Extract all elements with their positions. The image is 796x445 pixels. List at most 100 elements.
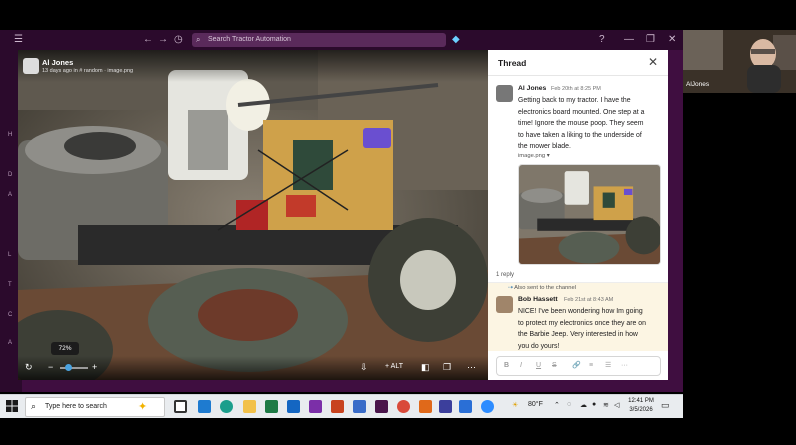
thread-panel: Thread ✕ Al Jones Feb 20th at 8:25 PM Ge… [488, 50, 668, 380]
title-bar: ☰ ← → ◷ ⌕ Search Tractor Automation ◆ ? … [0, 30, 683, 50]
sent-to-channel-note: ⇢ Also sent to the channel [508, 285, 576, 291]
rotate-icon[interactable]: ↻ [25, 361, 33, 373]
reply-count[interactable]: 1 reply [496, 272, 514, 278]
volume-icon[interactable]: ◁ [614, 401, 619, 409]
outlook-icon[interactable] [287, 400, 300, 413]
system-clock[interactable]: 12:41 PM 3/5/2026 [625, 397, 657, 415]
underline-button[interactable]: U [536, 361, 541, 371]
message-author[interactable]: Al Jones [518, 85, 546, 92]
weather-icon[interactable]: ☀ [512, 401, 518, 409]
sidebar-item-later[interactable]: L [8, 252, 11, 258]
file-explorer-icon[interactable] [243, 400, 256, 413]
link-button[interactable]: 🔗 [572, 361, 581, 371]
zoom-out-icon[interactable]: − [48, 361, 53, 373]
message-line: to have taken a liking to the underside … [518, 131, 642, 139]
workspace-search-input[interactable]: ⌕ Search Tractor Automation [192, 33, 446, 47]
task-view-icon[interactable] [174, 400, 187, 413]
network-icon[interactable]: ◌ [567, 401, 571, 408]
sidebar-item-canvas[interactable]: C [8, 312, 12, 318]
message-line: you do yours! [518, 342, 560, 350]
chevron-down-icon[interactable]: ▾ [547, 153, 550, 159]
wifi-icon[interactable]: ≋ [603, 401, 609, 409]
search-icon: ⌕ [31, 401, 37, 411]
close-window-icon[interactable]: ✕ [668, 33, 676, 47]
search-placeholder: Search Tractor Automation [208, 36, 291, 43]
avatar[interactable] [496, 85, 513, 102]
weather-temperature[interactable]: 80°F [528, 401, 543, 408]
cloud-icon[interactable]: ☁ [580, 401, 587, 409]
tractor-photo [18, 50, 488, 380]
sidebar-item-home[interactable]: H [8, 132, 12, 138]
message-timestamp[interactable]: Feb 20th at 8:25 PM [551, 86, 601, 92]
bold-button[interactable]: B [504, 361, 509, 371]
vscode-icon[interactable] [198, 400, 211, 413]
viewer-toolbar [18, 356, 488, 380]
message-timestamp[interactable]: Feb 21st at 8:43 AM [564, 297, 613, 303]
app-icon-blue[interactable] [459, 400, 472, 413]
alt-text-button[interactable]: + ALT [385, 361, 403, 373]
sent-to-channel-text: Also sent to the channel [514, 285, 577, 291]
italic-button[interactable]: I [520, 361, 522, 371]
microphone-icon[interactable]: ● [592, 401, 596, 408]
message-line: to protect my electronics once they are … [518, 319, 646, 327]
strikethrough-button[interactable]: S [552, 361, 557, 371]
attachment-thumbnail[interactable] [518, 164, 661, 265]
reply-composer[interactable]: B I U S 🔗 ≡ ☰ ··· [496, 356, 661, 376]
show-hidden-icons-icon[interactable]: ⌃ [554, 401, 560, 409]
message-line: the Barbie Jeep. Very interested in how [518, 331, 638, 339]
powerpoint-icon[interactable] [331, 400, 344, 413]
onenote-icon[interactable] [309, 400, 322, 413]
thread-header: Thread ✕ [488, 50, 668, 76]
taskbar-search-input[interactable]: ⌕ Type here to search ✦ [25, 397, 165, 417]
attachment-name[interactable]: image.png ▾ [518, 153, 550, 159]
attachment-filename: image.png [518, 153, 546, 159]
zoom-slider-handle[interactable] [65, 364, 73, 371]
viewer-header: Al Jones 13 days ago in # random · image… [18, 50, 488, 82]
minimize-icon[interactable]: — [624, 33, 634, 47]
zoom-in-icon[interactable]: + [92, 361, 97, 373]
split-view-icon[interactable]: ◧ [421, 361, 430, 373]
bullet-list-button[interactable]: ☰ [605, 361, 611, 371]
slack-icon[interactable] [375, 400, 388, 413]
excel-icon[interactable] [265, 400, 278, 413]
more-formatting-button[interactable]: ··· [621, 361, 628, 371]
avatar[interactable] [496, 296, 513, 313]
history-icon[interactable]: ◷ [174, 33, 183, 47]
tractor-thumbnail [519, 165, 660, 264]
app-icon-k[interactable] [439, 400, 452, 413]
download-icon[interactable]: ⇩ [360, 361, 368, 373]
forward-arrow-icon[interactable]: → [158, 33, 168, 47]
participant-name: AlJones [686, 81, 710, 88]
message-line: electronics board mounted. One step at a [518, 108, 645, 116]
taskbar-search-placeholder: Type here to search [45, 403, 107, 410]
sidebar-item-activity[interactable]: A [8, 192, 12, 198]
notification-icon[interactable]: ▭ [661, 400, 675, 414]
close-icon[interactable]: ✕ [648, 55, 658, 69]
clock-date: 3/5/2026 [629, 407, 653, 413]
author-avatar[interactable] [23, 58, 39, 74]
desktop: ☰ ← → ◷ ⌕ Search Tractor Automation ◆ ? … [0, 0, 796, 445]
sidebar-item-dms[interactable]: D [8, 172, 12, 178]
author-name[interactable]: Al Jones [42, 58, 73, 67]
ordered-list-button[interactable]: ≡ [589, 361, 593, 371]
help-icon[interactable]: ? [599, 33, 605, 47]
store-icon[interactable] [353, 400, 366, 413]
more-actions-icon[interactable]: ⋯ [467, 361, 476, 373]
windows-start-icon[interactable] [6, 400, 18, 412]
hamburger-menu-icon[interactable]: ☰ [14, 33, 23, 47]
back-arrow-icon[interactable]: ← [143, 33, 153, 47]
message-author[interactable]: Bob Hassett [518, 296, 558, 303]
sidebar-item-apps[interactable]: A [8, 340, 12, 346]
assistant-icon[interactable]: ◆ [452, 33, 460, 47]
open-in-window-icon[interactable]: ❐ [443, 361, 451, 373]
sparkle-icon[interactable]: ✦ [138, 400, 147, 413]
edge-icon[interactable] [220, 400, 233, 413]
sidebar-item-templates[interactable]: T [8, 282, 12, 288]
windows-taskbar: ⌕ Type here to search ✦ ☀ 80°F ⌃ ◌ ☁ ● ≋… [0, 394, 683, 418]
zoom-level-badge: 72% [51, 342, 79, 355]
chrome-icon[interactable] [397, 400, 410, 413]
app-icon-orange[interactable] [419, 400, 432, 413]
zoom-icon[interactable] [481, 400, 494, 413]
arrow-icon: ⇢ [508, 285, 513, 291]
maximize-icon[interactable]: ❐ [646, 33, 655, 47]
